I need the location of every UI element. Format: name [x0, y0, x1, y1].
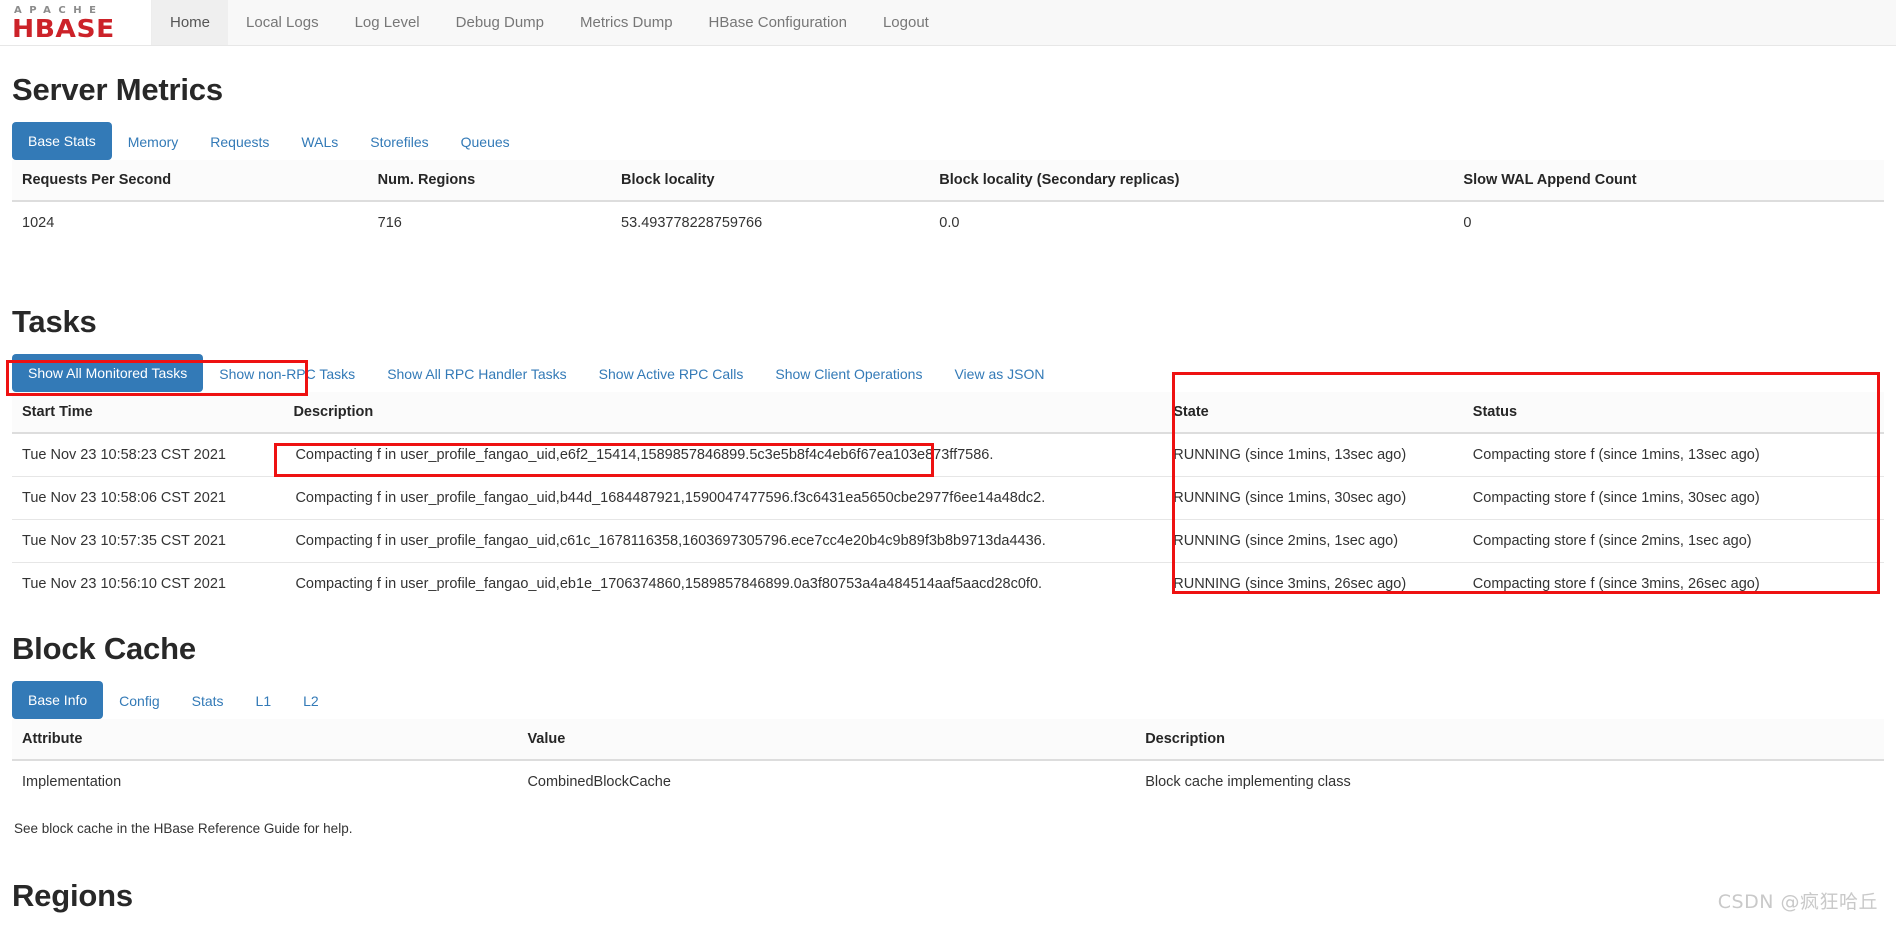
nav-item-hbase-configuration[interactable]: HBase Configuration — [691, 0, 865, 45]
table-header-row: Requests Per Second Num. Regions Block l… — [12, 160, 1884, 202]
cell-status: Compacting store f (since 3mins, 26sec a… — [1462, 562, 1884, 605]
page-content: Server Metrics Base Stats Memory Request… — [0, 72, 1896, 914]
nav-item-log-level[interactable]: Log Level — [337, 0, 438, 45]
column-description: Description — [283, 392, 1164, 434]
server-metrics-tabs: Base Stats Memory Requests WALs Storefil… — [12, 122, 1884, 160]
cell-state: RUNNING (since 1mins, 13sec ago) — [1173, 447, 1407, 463]
block-cache-help-text: See block cache in the HBase Reference G… — [14, 821, 353, 836]
cell-status: Compacting store f (since 1mins, 13sec a… — [1472, 447, 1760, 463]
cell-block-locality: 53.493778228759766 — [621, 215, 763, 231]
column-block-locality-secondary: Block locality (Secondary replicas) — [929, 160, 1454, 202]
tab-queues[interactable]: Queues — [445, 123, 526, 161]
server-metrics-title: Server Metrics — [12, 72, 223, 107]
top-navbar: APACHE HBASE Home Local Logs Log Level D… — [0, 0, 1896, 46]
nav-item-debug-dump[interactable]: Debug Dump — [438, 0, 562, 45]
cell-state: RUNNING (since 3mins, 26sec ago) — [1163, 562, 1463, 605]
cell-start-time: Tue Nov 23 10:56:10 CST 2021 — [12, 562, 284, 605]
nav-item-local-logs[interactable]: Local Logs — [228, 0, 337, 45]
column-value: Value — [517, 719, 1136, 761]
cell-attribute: Implementation — [22, 774, 122, 790]
tab-show-client-operations[interactable]: Show Client Operations — [759, 355, 938, 393]
column-status: Status — [1462, 392, 1884, 434]
cell-state: RUNNING (since 2mins, 1sec ago) — [1163, 519, 1463, 563]
hbase-logo[interactable]: APACHE HBASE — [0, 0, 152, 45]
table-row: 1024 716 53.493778228759766 0.0 0 — [12, 201, 1884, 244]
nav-items: Home Local Logs Log Level Debug Dump Met… — [152, 0, 947, 45]
spacer-metrics-tasks — [12, 244, 1884, 278]
tab-show-all-rpc-handler-tasks[interactable]: Show All RPC Handler Tasks — [371, 355, 582, 393]
cell-start-time: Tue Nov 23 10:58:06 CST 2021 — [12, 476, 284, 520]
block-cache-tabs: Base Info Config Stats L1 L2 — [12, 681, 1884, 719]
tab-base-stats[interactable]: Base Stats — [12, 122, 112, 160]
cell-description: Compacting f in user_profile_fangao_uid,… — [283, 562, 1164, 605]
column-start-time: Start Time — [12, 392, 284, 434]
tab-memory[interactable]: Memory — [112, 123, 195, 161]
table-row: Tue Nov 23 10:56:10 CST 2021 Compacting … — [12, 562, 1884, 605]
regions-title: Regions — [12, 878, 133, 913]
column-description: Description — [1135, 719, 1884, 761]
tab-l2[interactable]: L2 — [287, 682, 335, 720]
nav-item-home[interactable]: Home — [152, 0, 229, 45]
table-row: Implementation CombinedBlockCache Block … — [12, 760, 1884, 803]
cell-start-time: Tue Nov 23 10:57:35 CST 2021 — [12, 519, 284, 563]
tasks-table: Start Time Description State Status Tue … — [12, 392, 1884, 605]
table-row: Tue Nov 23 10:57:35 CST 2021 Compacting … — [12, 519, 1884, 563]
tab-l1[interactable]: L1 — [240, 682, 288, 720]
cell-slow-wal-append-count: 0 — [1463, 215, 1472, 231]
tab-storefiles[interactable]: Storefiles — [354, 123, 444, 161]
column-num-regions: Num. Regions — [367, 160, 612, 202]
cell-start-time: Tue Nov 23 10:58:23 CST 2021 — [22, 447, 226, 463]
column-attribute: Attribute — [12, 719, 518, 761]
cell-description: Compacting f in user_profile_fangao_uid,… — [283, 519, 1164, 563]
tab-config[interactable]: Config — [103, 682, 175, 720]
column-state: State — [1163, 392, 1463, 434]
tab-show-all-monitored-tasks[interactable]: Show All Monitored Tasks — [12, 354, 204, 392]
block-cache-title: Block Cache — [12, 631, 196, 666]
cell-value: CombinedBlockCache — [527, 774, 671, 790]
cell-description: Compacting f in user_profile_fangao_uid,… — [295, 447, 994, 463]
cell-num-regions: 716 — [377, 215, 402, 231]
server-metrics-table: Requests Per Second Num. Regions Block l… — [12, 160, 1884, 244]
tab-base-info[interactable]: Base Info — [12, 681, 104, 719]
cell-status: Compacting store f (since 2mins, 1sec ag… — [1462, 519, 1884, 563]
block-cache-table: Attribute Value Description Implementati… — [12, 719, 1884, 803]
tab-requests[interactable]: Requests — [194, 123, 285, 161]
cell-status: Compacting store f (since 1mins, 30sec a… — [1462, 476, 1884, 520]
tab-wals[interactable]: WALs — [285, 123, 354, 161]
cell-state: RUNNING (since 1mins, 30sec ago) — [1163, 476, 1463, 520]
nav-item-logout[interactable]: Logout — [865, 0, 947, 45]
nav-item-metrics-dump[interactable]: Metrics Dump — [562, 0, 691, 45]
table-row: Tue Nov 23 10:58:23 CST 2021 Compacting … — [12, 433, 1884, 477]
column-slow-wal-append-count: Slow WAL Append Count — [1453, 160, 1884, 202]
tab-show-active-rpc-calls[interactable]: Show Active RPC Calls — [583, 355, 760, 393]
cell-block-locality-secondary: 0.0 — [939, 215, 960, 231]
tab-stats[interactable]: Stats — [176, 682, 240, 720]
column-requests-per-second: Requests Per Second — [12, 160, 368, 202]
cell-description: Block cache implementing class — [1145, 774, 1351, 790]
tab-view-as-json[interactable]: View as JSON — [938, 355, 1060, 393]
table-header-row: Attribute Value Description — [12, 719, 1884, 761]
tasks-title: Tasks — [12, 304, 97, 339]
table-row: Tue Nov 23 10:58:06 CST 2021 Compacting … — [12, 476, 1884, 520]
logo-hbase-text: HBASE — [12, 13, 115, 43]
cell-requests-per-second: 1024 — [22, 215, 55, 231]
tasks-tabs: Show All Monitored Tasks Show non-RPC Ta… — [12, 354, 1884, 392]
cell-description: Compacting f in user_profile_fangao_uid,… — [283, 476, 1164, 520]
csdn-watermark: CSDN @疯狂哈丘 — [1717, 891, 1878, 913]
tab-show-non-rpc-tasks[interactable]: Show non-RPC Tasks — [203, 355, 371, 393]
column-block-locality: Block locality — [611, 160, 930, 202]
table-header-row: Start Time Description State Status — [12, 392, 1884, 434]
